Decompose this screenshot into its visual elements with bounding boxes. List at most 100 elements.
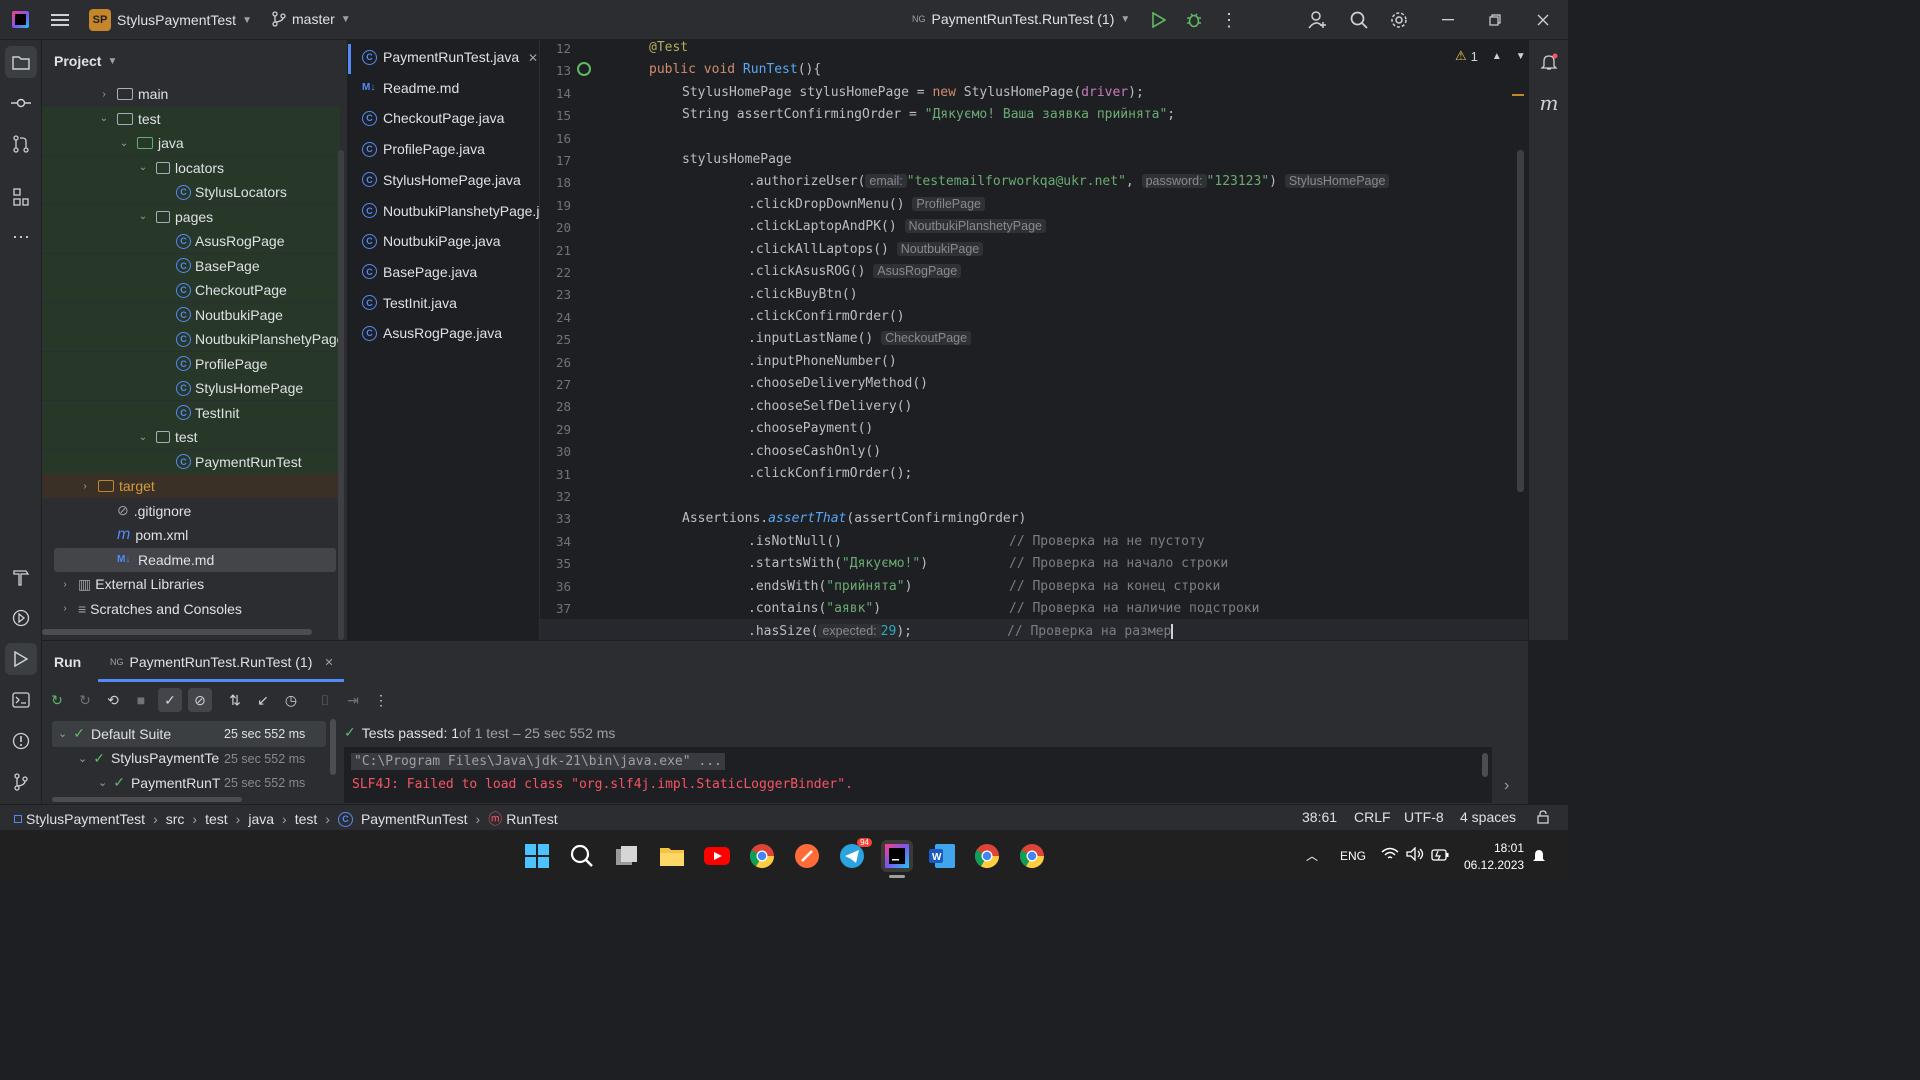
task-view-icon[interactable] [611,840,643,872]
tree-item-pom-xml[interactable]: m pom.xml [42,523,340,547]
breadcrumb-item[interactable]: C PaymentRunTest [337,811,468,827]
clock-time[interactable]: 18:01 [1494,841,1524,855]
test-tree-row[interactable]: ⌄ ✓ Default Suite [58,725,171,742]
project-panel-header[interactable]: Project ▼ [54,53,117,69]
chevron-down-icon[interactable]: ⌄ [136,211,150,222]
horizontal-scrollbar[interactable] [42,629,312,635]
chevron-right-icon[interactable]: › [78,481,92,492]
tree-item-noutbukiplanshetypage[interactable]: C NoutbukiPlanshetyPage [42,327,344,351]
git-icon[interactable] [5,766,37,798]
run-config-tab[interactable]: NG PaymentRunTest.RunTest (1) ✕ [110,654,334,670]
word-icon[interactable]: W [926,840,958,872]
more-run-actions-icon[interactable]: ⋮ [370,692,392,709]
chrome-icon[interactable] [971,840,1003,872]
export-icon[interactable]: ⇥ [342,692,364,709]
tree-item-test[interactable]: ⌄ test [42,425,340,449]
file-encoding[interactable]: UTF-8 [1404,809,1444,825]
commit-icon[interactable] [5,87,37,119]
chevron-down-icon[interactable]: ⌄ [98,776,107,789]
line-separator[interactable]: CRLF [1354,809,1391,825]
pull-requests-icon[interactable] [5,128,37,160]
problems-icon[interactable] [5,725,37,757]
main-menu-icon[interactable] [44,4,76,36]
stop-icon[interactable]: ■ [130,692,152,708]
restore-icon[interactable] [1479,4,1511,36]
editor-tab-asusrogpage-java[interactable]: C AsusRogPage.java [348,318,540,348]
collapse-icon[interactable]: ↙ [252,692,274,709]
youtube-icon[interactable] [701,840,733,872]
breadcrumb-item[interactable]: test [295,811,318,827]
search-icon[interactable] [566,840,598,872]
close-window-icon[interactable] [1527,4,1559,36]
run-config-selector[interactable]: NG PaymentRunTest.RunTest (1) ▼ [912,11,1130,27]
notification-bell-icon[interactable] [1532,848,1546,867]
project-folder-icon[interactable] [5,46,37,78]
tree-item-main[interactable]: › main [42,82,340,106]
editor-tab-paymentruntest-java[interactable]: C PaymentRunTest.java [348,42,540,72]
add-user-icon[interactable] [1302,4,1334,36]
tree-item-paymentruntest[interactable]: C PaymentRunTest [42,449,340,474]
rerun-failed-icon[interactable]: ↻ [74,692,96,709]
file-explorer-icon[interactable] [656,840,688,872]
telegram-icon[interactable]: 94 [836,838,872,872]
branch-selector[interactable]: master ▼ [272,11,351,27]
rerun-icon[interactable]: ↻ [46,692,68,709]
console-scrollbar[interactable] [1482,753,1488,777]
show-ignored-icon[interactable]: ⊘ [188,688,212,712]
editor-tab-profilepage-java[interactable]: C ProfilePage.java [348,134,540,164]
chevron-down-icon[interactable]: ⌄ [97,113,111,124]
maven-icon[interactable]: m [1533,87,1565,119]
breadcrumb-item[interactable]: ⓜ RunTest [488,809,557,829]
show-passed-icon[interactable]: ✓ [158,688,182,712]
chevron-down-icon[interactable]: ⌄ [117,138,131,149]
screenshot-icon[interactable]: ⌷ [314,692,336,709]
editor-tab-stylushomepage-java[interactable]: C StylusHomePage.java [348,165,540,195]
prev-highlight-icon[interactable]: ▲ [1492,51,1502,62]
run-tab[interactable]: Run [54,654,81,670]
chevron-down-icon[interactable]: ⌄ [58,727,67,740]
tree-item-testinit[interactable]: C TestInit [42,400,340,425]
read-only-lock-icon[interactable] [1536,810,1550,827]
tree-item-locators[interactable]: ⌄ locators [42,155,340,180]
project-selector[interactable]: SP StylusPaymentTest ▼ [89,9,252,31]
chevron-right-icon[interactable]: › [58,603,72,614]
tree-item-readme-md[interactable]: M↓ Readme.md [54,547,336,572]
windows-start-icon[interactable] [521,840,553,872]
editor-tab-testinit-java[interactable]: C TestInit.java [348,288,540,318]
input-language[interactable]: ENG [1340,849,1366,863]
editor-tab-basepage-java[interactable]: C BasePage.java [348,257,540,287]
caret-position[interactable]: 38:61 [1302,809,1337,825]
test-tree-scrollbar[interactable] [330,719,336,775]
terminal-icon[interactable] [5,684,37,716]
chevron-down-icon[interactable]: ⌄ [136,432,150,443]
editor-tab-readme-md[interactable]: M↓ Readme.md [348,73,540,103]
intellij-idea-icon[interactable] [881,840,913,872]
tree-item-basepage[interactable]: C BasePage [42,253,340,278]
test-tree-row[interactable]: ⌄ ✓ StylusPaymentTe [78,750,219,767]
tree-item-java[interactable]: ⌄ java [42,131,340,155]
indent-setting[interactable]: 4 spaces [1460,809,1516,825]
tree-item-test[interactable]: ⌄ test [42,106,340,131]
tray-chevron-up-icon[interactable]: ︿ [1306,847,1318,864]
tree-item-checkoutpage[interactable]: C CheckoutPage [42,278,340,302]
tree-item-gitignore[interactable]: ⊘ .gitignore [42,499,340,523]
notifications-bell-icon[interactable] [1533,46,1565,78]
editor-tab-noutbukiplanshetypage-j[interactable]: C NoutbukiPlanshetyPage.j [348,196,540,226]
test-tree-row[interactable]: ⌄ ✓ PaymentRunT [98,774,220,791]
warning-stripe-marker[interactable] [1512,94,1524,96]
search-icon[interactable] [1343,4,1375,36]
run-test-gutter-icon[interactable] [577,62,591,76]
run-icon[interactable] [1143,4,1175,36]
chevron-right-icon[interactable]: › [97,89,111,100]
breadcrumb-item[interactable]: test [205,811,228,827]
more-actions-icon[interactable]: ⋮ [1213,4,1245,36]
editor-tab-noutbukipage-java[interactable]: C NoutbukiPage.java [348,226,540,256]
chrome-icon[interactable] [1016,840,1048,872]
tree-item-profilepage[interactable]: C ProfilePage [42,351,340,376]
code-editor[interactable]: 12 13 14 15 16 17 18 19 20 21 22 23 24 25 26 27 28 29 30 31… [540,40,1528,641]
battery-icon[interactable] [1431,848,1449,864]
run-tool-icon[interactable] [5,643,37,675]
chevron-down-icon[interactable]: ⌄ [78,752,87,765]
next-highlight-icon[interactable]: ▼ [1516,51,1526,62]
breadcrumb-item[interactable]: StylusPaymentTest [14,811,145,827]
